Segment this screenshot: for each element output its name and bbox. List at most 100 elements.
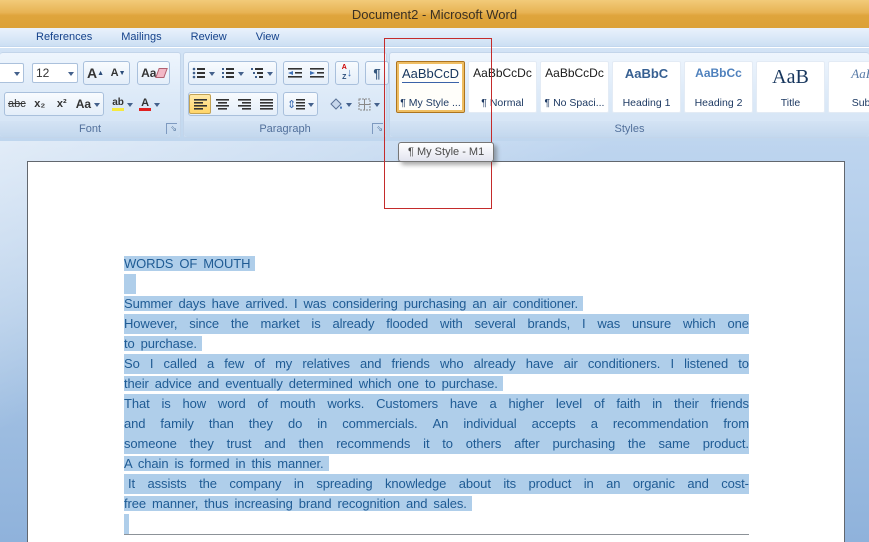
ribbon-tabs: References Mailings Review View <box>0 28 869 47</box>
style-tooltip: ¶ My Style - M1 <box>398 142 494 162</box>
shading-button[interactable] <box>326 93 355 115</box>
selected-blank-line <box>124 274 749 294</box>
eraser-icon <box>156 68 169 78</box>
font-color-icon: A <box>139 98 151 111</box>
superscript-button[interactable]: x² <box>51 94 73 114</box>
line-spacing-bars-icon <box>296 99 305 110</box>
styles-group: AaBbCcD¶ My Style ...AaBbCcDc¶ NormalAaB… <box>389 52 869 138</box>
sort-button[interactable]: A Z ↓ <box>336 63 358 83</box>
document-area: WORDS OF MOUTHSummer days have arrived. … <box>0 141 869 542</box>
document-text-line: their advice and eventually determined w… <box>124 374 749 394</box>
style-label: Subt <box>852 97 869 109</box>
grow-font-button[interactable]: A▲ <box>84 63 107 83</box>
numbering-button[interactable] <box>218 63 247 83</box>
font-color-button[interactable]: A <box>136 93 163 115</box>
shrink-font-button[interactable]: A▼ <box>107 63 129 83</box>
chevron-down-icon <box>154 103 160 110</box>
bullets-icon <box>192 67 206 79</box>
style-item-no-spaci[interactable]: AaBbCcDc¶ No Spaci... <box>540 61 609 113</box>
align-right-icon <box>238 99 251 110</box>
document-text-line: A chain is formed in this manner. <box>124 454 749 474</box>
paragraph-border-line <box>124 534 749 542</box>
style-label: Title <box>781 97 800 109</box>
decrease-indent-icon <box>288 67 302 79</box>
chevron-down-icon <box>209 72 215 79</box>
subscript-button[interactable]: x₂ <box>29 94 51 114</box>
tab-mailings[interactable]: Mailings <box>110 29 172 45</box>
style-sample-text: AaBbCc <box>695 66 742 80</box>
selected-blank-line <box>124 514 749 534</box>
style-item-my-style[interactable]: AaBbCcD¶ My Style ... <box>396 61 465 113</box>
bullets-button[interactable] <box>189 63 218 83</box>
style-item-normal[interactable]: AaBbCcDc ¶ Normal <box>468 61 537 113</box>
justify-button[interactable] <box>255 94 277 114</box>
text-highlight-button[interactable]: ab <box>109 93 136 115</box>
styles-gallery: AaBbCcD¶ My Style ...AaBbCcDc¶ NormalAaB… <box>396 61 869 113</box>
document-text-line: someonetheytrustandthenrecommendsittooth… <box>124 434 749 454</box>
chevron-down-icon <box>374 103 380 110</box>
chevron-down-icon <box>68 72 74 79</box>
tab-references[interactable]: References <box>25 29 103 45</box>
chevron-down-icon <box>14 72 20 79</box>
document-text-line: Itassiststhecompanyinspreadingknowledgea… <box>124 474 749 494</box>
line-spacing-button[interactable]: ⇕ <box>284 94 317 114</box>
change-case-button[interactable]: Aa <box>73 94 103 114</box>
chevron-down-icon <box>308 103 314 110</box>
document-text-line: Thatishowwordofmouthworks.Customershavea… <box>124 394 749 414</box>
align-left-button[interactable] <box>189 94 211 114</box>
paragraph-group: A Z ↓ ¶ <box>183 52 387 138</box>
grow-font-icon: A <box>87 65 97 81</box>
change-case-icon: Aa <box>76 97 91 111</box>
multilevel-list-icon <box>250 67 264 79</box>
tab-review[interactable]: Review <box>180 29 238 45</box>
document-text-line: However,sincethemarketisalreadyfloodedwi… <box>124 314 749 334</box>
style-sample-text: AaBbC <box>625 66 668 81</box>
word-window: Document2 - Microsoft Word References Mai… <box>0 0 869 542</box>
window-title: Document2 - Microsoft Word <box>352 7 517 22</box>
strikethrough-button[interactable]: abc <box>5 94 29 114</box>
style-item-heading-1[interactable]: AaBbC Heading 1 <box>612 61 681 113</box>
chevron-down-icon <box>238 72 244 79</box>
subscript-icon: x₂ <box>34 98 45 110</box>
style-sample-text: AaB <box>772 66 809 89</box>
multilevel-list-button[interactable] <box>247 63 276 83</box>
align-center-button[interactable] <box>211 94 233 114</box>
align-right-button[interactable] <box>233 94 255 114</box>
clear-formatting-button[interactable]: Aa <box>138 63 169 83</box>
borders-button[interactable] <box>355 93 383 115</box>
pilcrow-icon: ¶ <box>373 66 380 81</box>
document-page[interactable]: WORDS OF MOUTHSummer days have arrived. … <box>27 161 845 542</box>
document-text-line: andfamilythantheydoincommercials.Anindiv… <box>124 414 749 434</box>
style-sample-text: AaBbCcDc <box>473 66 532 80</box>
shading-bucket-icon <box>329 98 343 111</box>
align-center-icon <box>216 99 229 110</box>
style-item-title[interactable]: AaB Title <box>756 61 825 113</box>
style-tooltip-text: ¶ My Style - M1 <box>408 146 484 158</box>
superscript-icon: x² <box>57 98 67 110</box>
document-text-line: to purchase. <box>124 334 749 354</box>
document-text-line: free manner, thus increasing brand recog… <box>124 494 749 514</box>
document-text-line: WORDS OF MOUTH <box>124 254 749 274</box>
show-hide-pilcrow-button[interactable]: ¶ <box>366 63 388 83</box>
borders-icon <box>358 98 371 111</box>
line-spacing-icon: ⇕ <box>287 98 296 111</box>
chevron-down-icon <box>267 72 273 79</box>
increase-indent-button[interactable] <box>306 63 328 83</box>
style-label: Heading 2 <box>695 97 743 109</box>
chevron-down-icon <box>94 103 100 110</box>
style-label: Heading 1 <box>623 97 671 109</box>
justify-icon <box>260 99 273 110</box>
font-group-label: Font <box>0 121 180 137</box>
paragraph-dialog-launcher[interactable]: ⇘ <box>372 123 383 134</box>
highlight-icon: ab <box>112 98 124 111</box>
style-item-heading-2[interactable]: AaBbCc Heading 2 <box>684 61 753 113</box>
font-dialog-launcher[interactable]: ⇘ <box>166 123 177 134</box>
style-sample-text: AaBbCcD <box>402 66 459 83</box>
styles-group-label: Styles <box>390 121 869 137</box>
style-item-subt[interactable]: AaBSubt <box>828 61 869 113</box>
font-name-combo[interactable] <box>0 63 24 83</box>
tab-view[interactable]: View <box>245 29 291 45</box>
font-size-combo[interactable]: 12 <box>32 63 78 83</box>
decrease-indent-button[interactable] <box>284 63 306 83</box>
style-label: ¶ Normal <box>481 97 523 109</box>
